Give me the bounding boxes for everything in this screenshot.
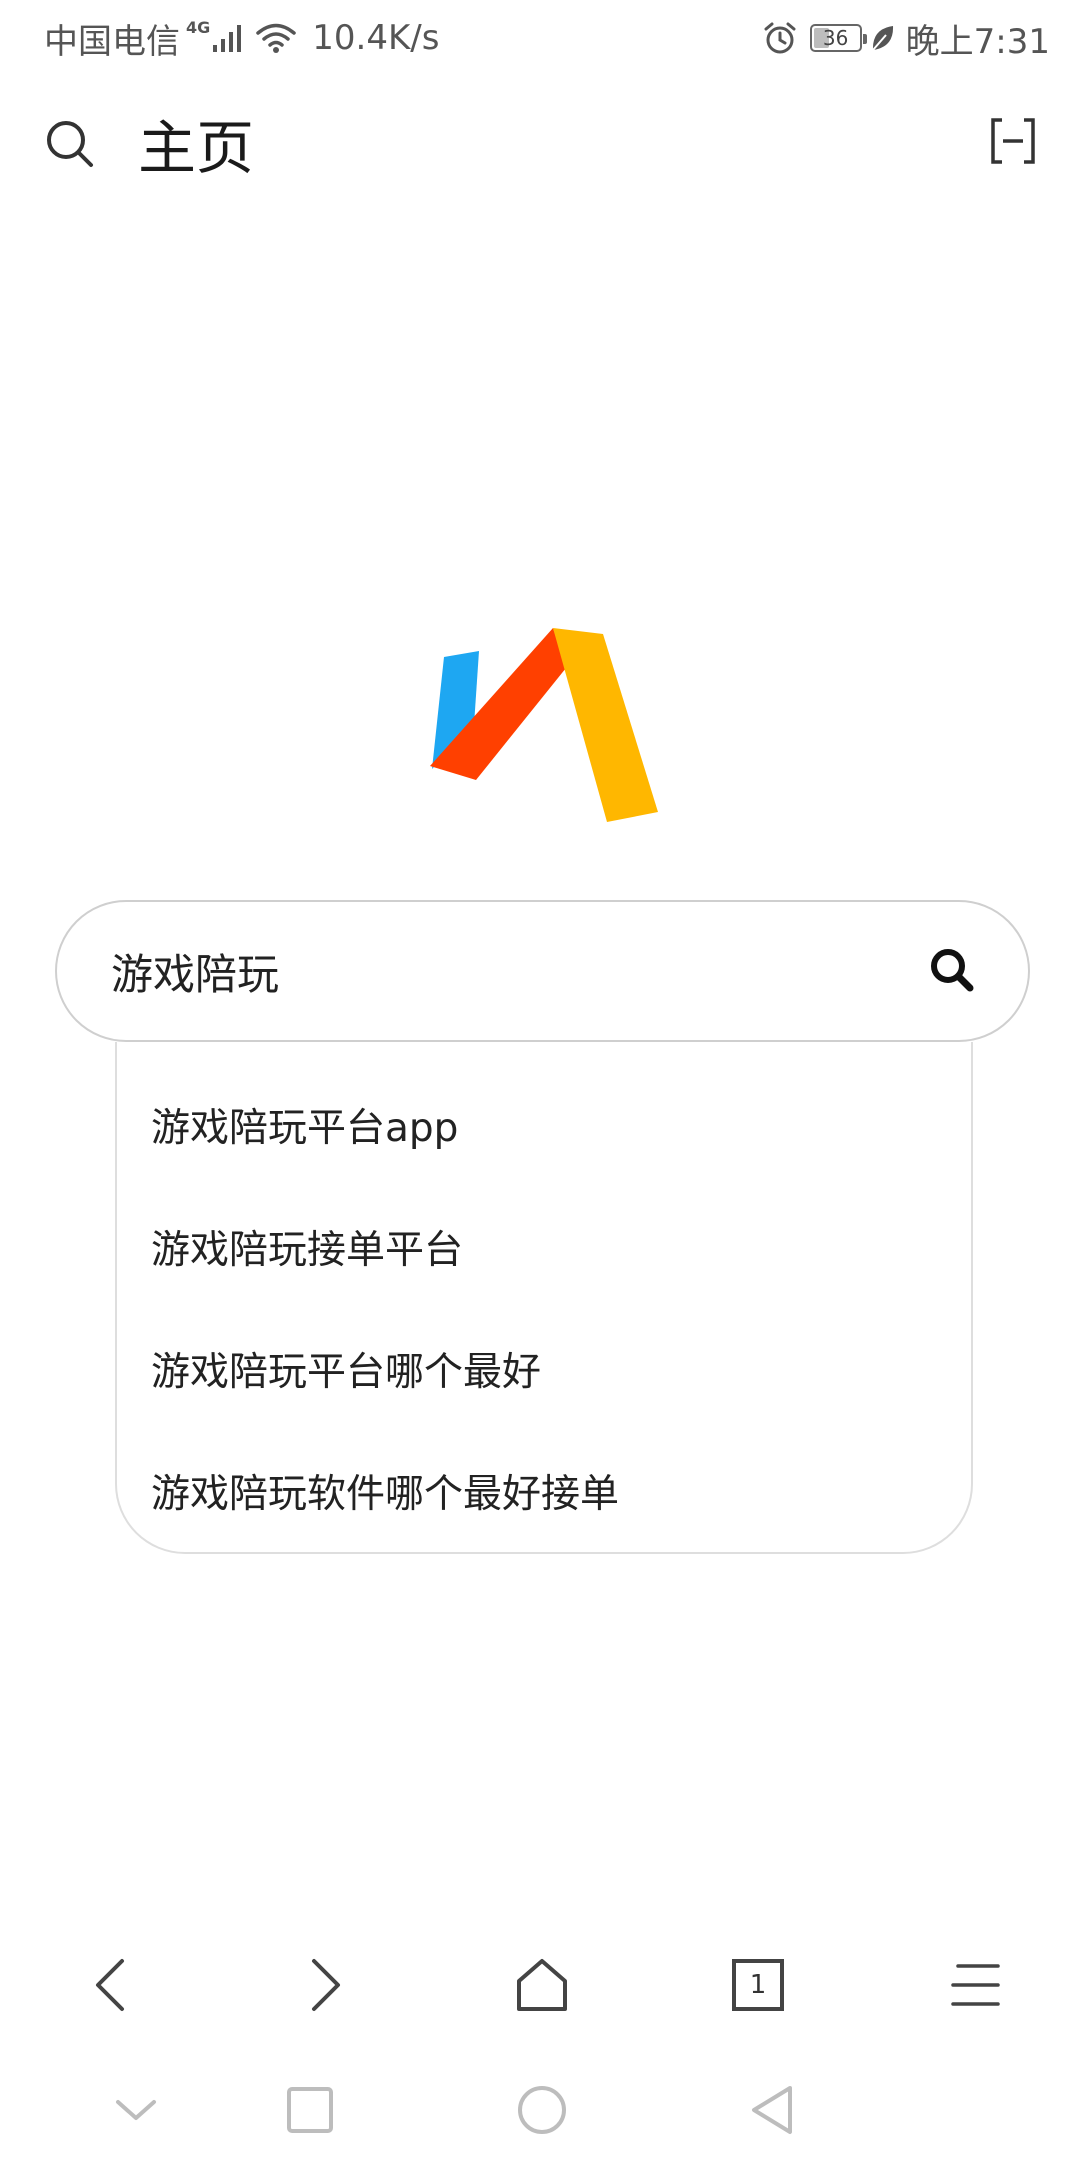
back-button[interactable] (80, 1955, 140, 2015)
battery-icon: 36 (809, 24, 867, 52)
suggestion-item[interactable]: 游戏陪玩接单平台 (151, 1206, 931, 1296)
menu-icon (951, 1964, 1000, 2006)
home-button[interactable] (512, 1955, 572, 2015)
collapse-icon (116, 2100, 156, 2120)
recents-nav-button[interactable] (282, 2082, 338, 2138)
system-navigation-bar (0, 2060, 1080, 2160)
status-bar-left: 中国电信 4G 10.4K/s (44, 14, 439, 62)
top-bar: 主页 (0, 100, 1080, 190)
suggestion-item[interactable]: 游戏陪玩平台哪个最好 (151, 1328, 931, 1418)
home-icon (518, 2086, 566, 2134)
carrier-name: 中国电信 (44, 21, 180, 62)
forward-button[interactable] (296, 1955, 356, 2015)
logo-yellow-stroke (553, 628, 658, 822)
browser-screen: 中国电信 4G 10.4K/s 36 晚上7:31 主页 游戏陪玩 游戏陪玩平台… (0, 0, 1080, 2160)
menu-button[interactable] (946, 1955, 1006, 2015)
clock: 晚上7:31 (905, 21, 1050, 62)
search-submit-button[interactable] (926, 944, 978, 996)
battery-level: 36 (822, 26, 849, 50)
home-nav-button[interactable] (514, 2082, 570, 2138)
search-icon (931, 949, 974, 992)
search-box[interactable] (55, 900, 1030, 1042)
back-icon (96, 1959, 124, 2011)
suggestion-item[interactable]: 游戏陪玩平台app (151, 1084, 931, 1174)
forward-icon (312, 1959, 340, 2011)
status-bar: 中国电信 4G 10.4K/s 36 晚上7:31 (0, 0, 1080, 72)
back-icon (752, 2086, 792, 2134)
tabs-button[interactable]: 1 (728, 1955, 788, 2015)
alarm-icon (764, 22, 796, 54)
status-bar-right: 36 晚上7:31 (762, 14, 1050, 62)
suggestion-item[interactable]: 游戏陪玩软件哪个最好接单 (151, 1450, 931, 1540)
page-title: 主页 (138, 114, 255, 182)
collapse-nav-button[interactable] (108, 2082, 164, 2138)
scan-icon[interactable] (988, 116, 1038, 166)
tab-count: 1 (749, 1970, 767, 2000)
browser-toolbar: 1 (0, 1935, 1080, 2035)
leaf-icon (871, 26, 893, 51)
search-input[interactable] (111, 902, 891, 1040)
signal-icon (213, 25, 242, 52)
back-nav-button[interactable] (744, 2082, 800, 2138)
search-icon[interactable] (44, 118, 96, 170)
network-speed: 10.4K/s (312, 18, 440, 58)
recents-icon (287, 2087, 333, 2133)
network-type: 4G (186, 18, 211, 37)
search-suggestions: 游戏陪玩平台app 游戏陪玩接单平台 游戏陪玩平台哪个最好 游戏陪玩软件哪个最好… (115, 1042, 973, 1554)
home-icon (517, 1959, 567, 2011)
browser-logo (430, 628, 658, 822)
wifi-icon (256, 23, 297, 53)
